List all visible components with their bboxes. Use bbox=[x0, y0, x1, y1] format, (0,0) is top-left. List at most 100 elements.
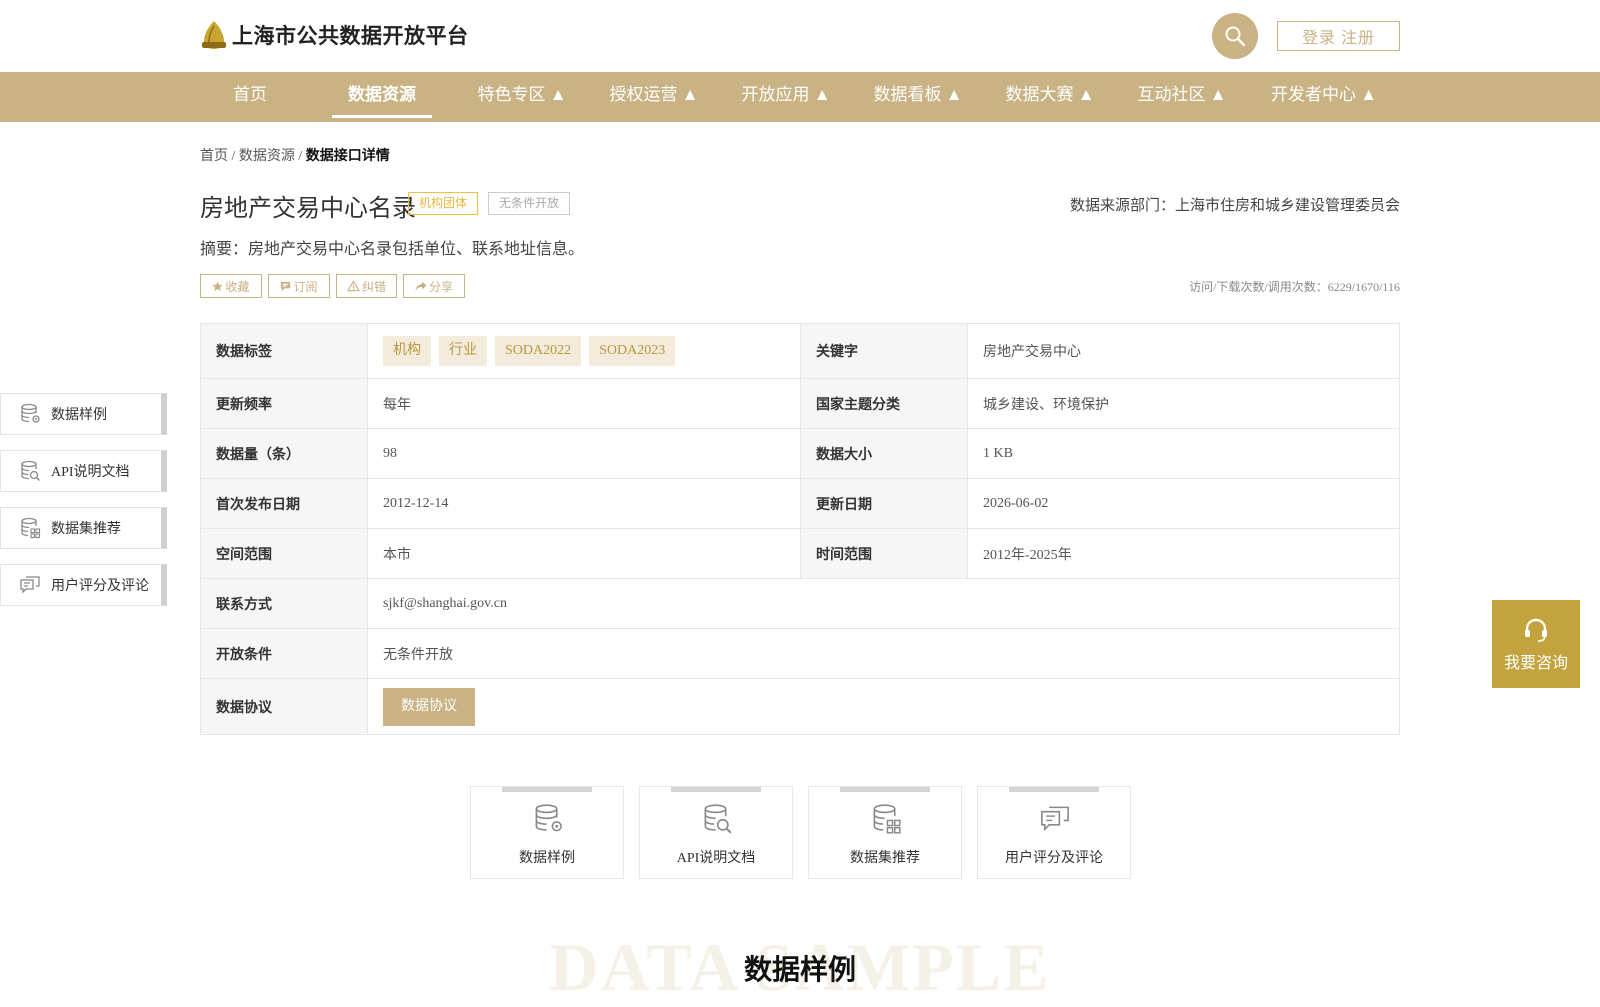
dataset-summary: 摘要：房地产交易中心名录包括单位、联系地址信息。 bbox=[200, 241, 585, 258]
tags-cell: 机构 行业 SODA2022 SODA2023 bbox=[367, 323, 801, 379]
login-register-button[interactable]: 登录 注册 bbox=[1277, 21, 1400, 51]
card-top-bar bbox=[671, 787, 761, 792]
share-button[interactable]: 分享 bbox=[403, 274, 465, 298]
nav-item-developer-center[interactable]: 开发者中心 ▲ bbox=[1254, 72, 1394, 122]
contact-label: 联系方式 bbox=[200, 578, 368, 629]
card-dataset-recommend[interactable]: 数据集推荐 bbox=[808, 786, 962, 879]
access-stats: 访问/下载次数/调用次数：6229/1670/116 bbox=[1189, 280, 1400, 294]
nav-item-data-resources[interactable]: 数据资源 bbox=[332, 72, 432, 122]
headset-icon bbox=[1525, 618, 1547, 642]
card-label: 数据样例 bbox=[519, 851, 575, 866]
tag-chip[interactable]: SODA2022 bbox=[495, 336, 582, 366]
first-publish-date-label: 首次发布日期 bbox=[200, 478, 368, 529]
table-row: 数据协议 数据协议 bbox=[200, 678, 1400, 735]
update-date-value: 2026-06-02 bbox=[967, 478, 1400, 529]
table-row: 更新频率 每年 国家主题分类 城乡建设、环境保护 bbox=[200, 378, 1400, 429]
breadcrumb-data-resources[interactable]: 数据资源 bbox=[239, 149, 295, 164]
subscribe-label: 订阅 bbox=[293, 279, 318, 294]
breadcrumb-separator: / bbox=[294, 149, 306, 164]
nav-item-community[interactable]: 互动社区 ▲ bbox=[1122, 72, 1242, 122]
breadcrumb-current: 数据接口详情 bbox=[305, 149, 390, 164]
spatial-range-label: 空间范围 bbox=[200, 528, 368, 579]
database-gear-icon bbox=[21, 403, 40, 423]
dataset-title: 房地产交易中心名录 bbox=[200, 196, 416, 222]
data-size-value: 1 KB bbox=[967, 428, 1400, 479]
first-publish-date-value: 2012-12-14 bbox=[367, 478, 801, 529]
main-nav: 首页 数据资源 特色专区 ▲ 授权运营 ▲ 开放应用 ▲ 数据看板 ▲ 数据大赛… bbox=[0, 72, 1600, 122]
search-button[interactable] bbox=[1212, 13, 1258, 59]
subscribe-icon bbox=[281, 281, 291, 291]
nav-item-open-apps[interactable]: 开放应用 ▲ bbox=[726, 72, 846, 122]
card-label: 用户评分及评论 bbox=[1005, 851, 1103, 866]
side-nav-data-sample[interactable]: 数据样例 bbox=[0, 393, 167, 435]
time-range-label: 时间范围 bbox=[800, 528, 968, 579]
table-row: 联系方式 sjkf@shanghai.gov.cn bbox=[200, 578, 1400, 629]
site-title: 上海市公共数据开放平台 bbox=[232, 25, 469, 48]
favorite-label: 收藏 bbox=[225, 279, 250, 294]
subscribe-button[interactable]: 订阅 bbox=[268, 274, 330, 298]
favorite-button[interactable]: 收藏 bbox=[200, 274, 262, 298]
star-icon bbox=[212, 280, 224, 291]
keyword-value: 房地产交易中心 bbox=[967, 323, 1400, 379]
nav-item-authorized-operation[interactable]: 授权运营 ▲ bbox=[594, 72, 714, 122]
database-gear-icon bbox=[535, 804, 562, 832]
side-nav-api-docs[interactable]: API说明文档 bbox=[0, 450, 167, 492]
side-nav-label: 数据集推荐 bbox=[51, 522, 121, 537]
nav-item-home[interactable]: 首页 bbox=[200, 72, 300, 122]
breadcrumb-home[interactable]: 首页 bbox=[200, 149, 228, 164]
consult-label: 我要咨询 bbox=[1503, 655, 1568, 672]
spatial-range-value: 本市 bbox=[367, 528, 801, 579]
comment-icon bbox=[20, 576, 40, 594]
org-tag-badge: 机构团体 bbox=[408, 192, 478, 215]
logo-icon bbox=[202, 21, 226, 49]
side-nav-label: 数据样例 bbox=[51, 408, 107, 423]
nav-item-data-dashboard[interactable]: 数据看板 ▲ bbox=[858, 72, 978, 122]
section-title: 数据样例 bbox=[743, 954, 856, 985]
data-agreement-cell: 数据协议 bbox=[367, 678, 1400, 735]
warning-icon bbox=[346, 280, 360, 292]
breadcrumb: 首页 / 数据资源 / 数据接口详情 bbox=[200, 145, 390, 165]
data-agreement-label: 数据协议 bbox=[200, 678, 368, 735]
contact-value[interactable]: sjkf@shanghai.gov.cn bbox=[367, 578, 1400, 629]
side-nav-label: 用户评分及评论 bbox=[51, 579, 149, 594]
database-grid-icon bbox=[873, 804, 901, 834]
site-logo[interactable]: 上海市公共数据开放平台 bbox=[200, 20, 469, 50]
side-nav-ratings-comments[interactable]: 用户评分及评论 bbox=[0, 564, 167, 606]
table-row: 首次发布日期 2012-12-14 更新日期 2026-06-02 bbox=[200, 478, 1400, 529]
consult-button[interactable]: 我要咨询 bbox=[1492, 600, 1580, 688]
database-search-icon bbox=[704, 804, 732, 834]
keyword-label: 关键字 bbox=[800, 323, 968, 379]
table-row: 开放条件 无条件开放 bbox=[200, 628, 1400, 679]
nav-item-data-contest[interactable]: 数据大赛 ▲ bbox=[990, 72, 1110, 122]
record-count-label: 数据量（条） bbox=[200, 428, 368, 479]
data-agreement-button[interactable]: 数据协议 bbox=[383, 687, 475, 726]
table-row: 空间范围 本市 时间范围 2012年-2025年 bbox=[200, 528, 1400, 579]
side-nav-dataset-recommend[interactable]: 数据集推荐 bbox=[0, 507, 167, 549]
card-top-bar bbox=[840, 787, 930, 792]
open-condition-value: 无条件开放 bbox=[367, 628, 1400, 679]
share-label: 分享 bbox=[428, 279, 453, 294]
tag-chip[interactable]: SODA2023 bbox=[589, 336, 676, 366]
report-error-button[interactable]: 纠错 bbox=[336, 274, 397, 298]
card-data-sample[interactable]: 数据样例 bbox=[470, 786, 624, 879]
time-range-value: 2012年-2025年 bbox=[967, 528, 1400, 579]
search-icon bbox=[1225, 26, 1246, 47]
card-api-docs[interactable]: API说明文档 bbox=[639, 786, 793, 879]
tag-chip[interactable]: 机构 bbox=[383, 336, 431, 366]
tag-chip[interactable]: 行业 bbox=[439, 336, 487, 366]
report-error-label: 纠错 bbox=[361, 279, 386, 294]
update-frequency-value: 每年 bbox=[367, 378, 801, 429]
card-top-bar bbox=[502, 787, 592, 792]
update-frequency-label: 更新频率 bbox=[200, 378, 368, 429]
theme-label: 国家主题分类 bbox=[800, 378, 968, 429]
record-count-value: 98 bbox=[367, 428, 801, 479]
table-row: 数据量（条） 98 数据大小 1 KB bbox=[200, 428, 1400, 479]
card-top-bar bbox=[1009, 787, 1099, 792]
site-header: 上海市公共数据开放平台 登录 注册 bbox=[0, 0, 1600, 72]
tags-label: 数据标签 bbox=[200, 323, 368, 379]
card-label: 数据集推荐 bbox=[850, 851, 920, 866]
comment-icon bbox=[1041, 806, 1069, 832]
card-ratings-comments[interactable]: 用户评分及评论 bbox=[977, 786, 1131, 879]
card-label: API说明文档 bbox=[676, 851, 756, 866]
nav-item-special-zones[interactable]: 特色专区 ▲ bbox=[462, 72, 582, 122]
